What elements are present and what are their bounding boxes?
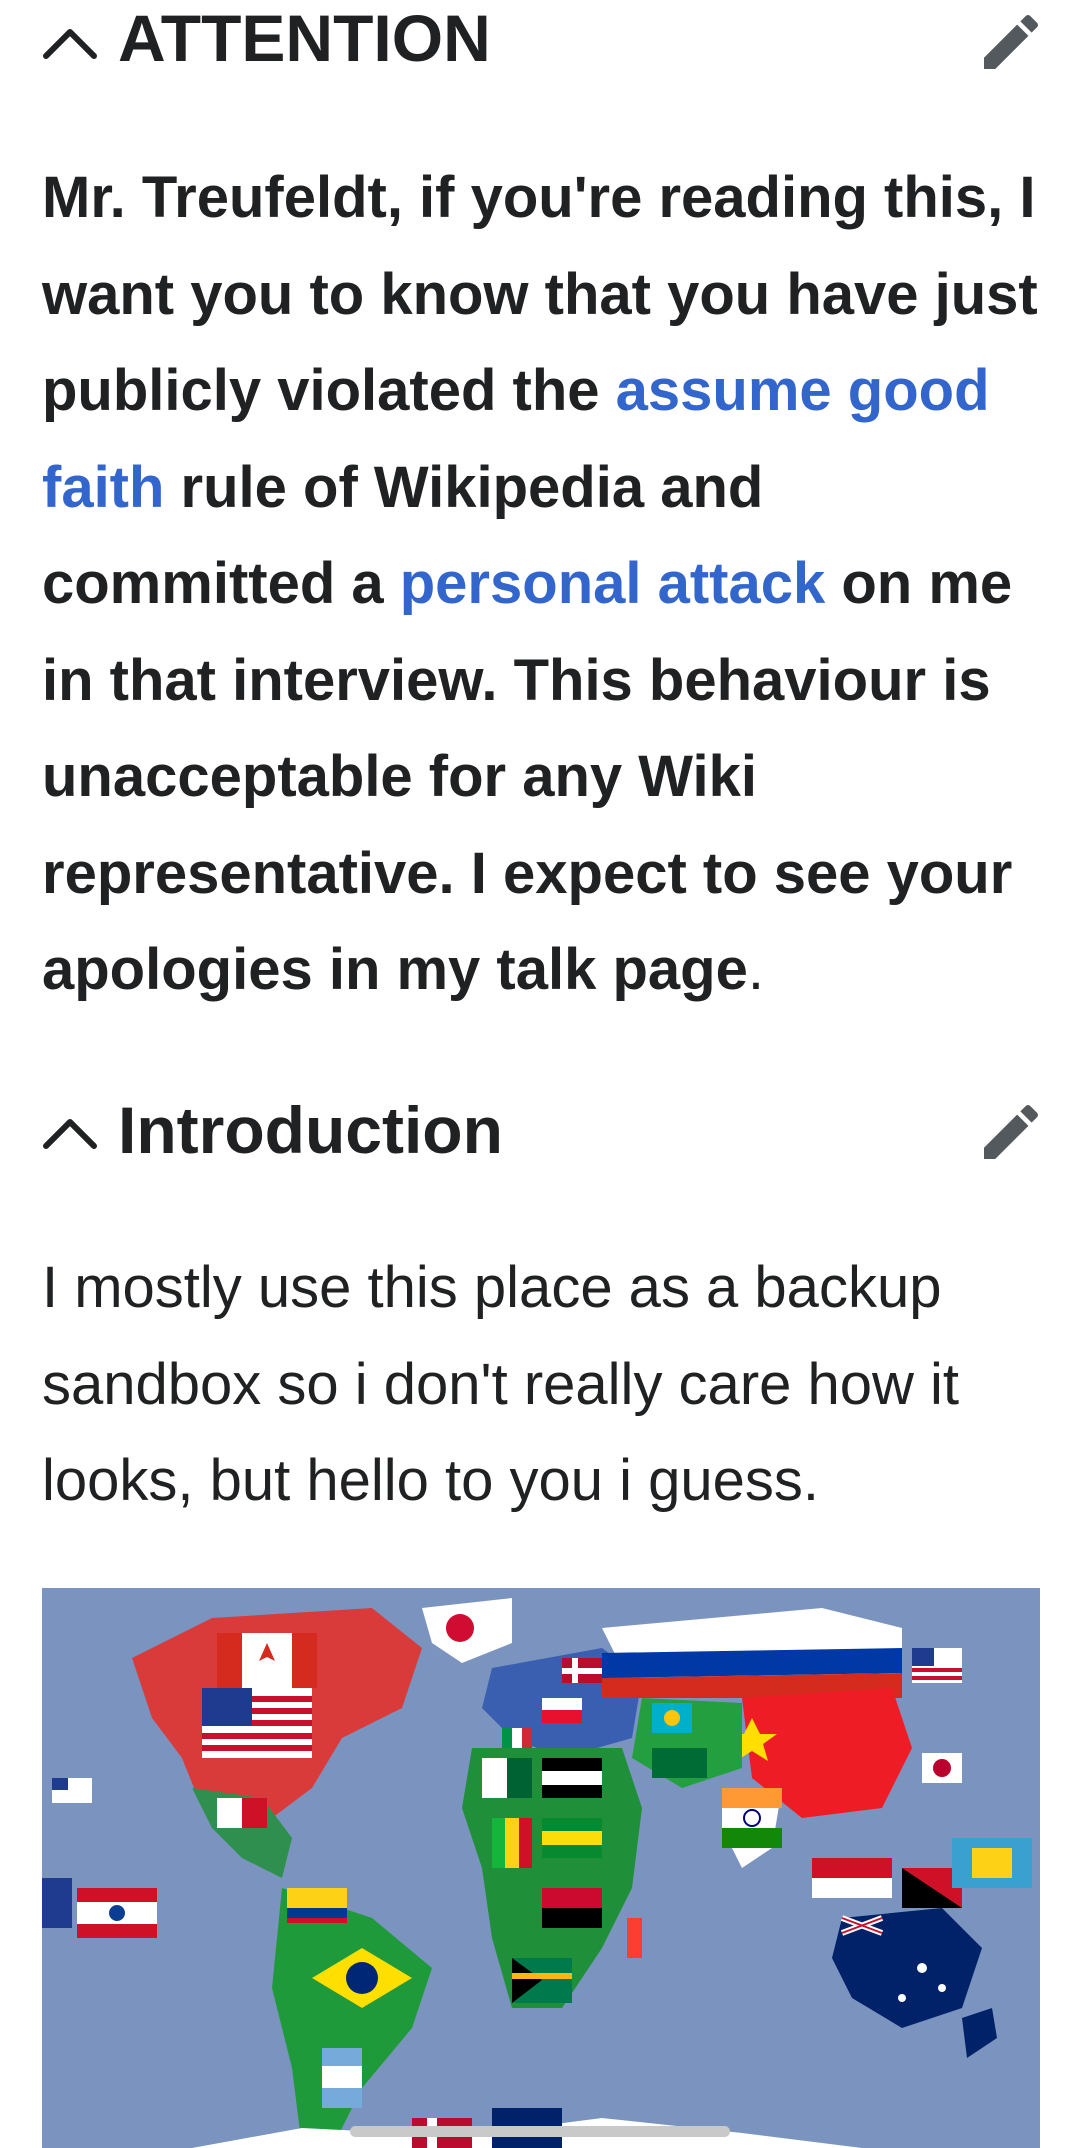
- attention-text-period: .: [747, 937, 764, 1002]
- section-header-introduction[interactable]: Introduction: [0, 1090, 1080, 1180]
- introduction-paragraph: I mostly use this place as a backup sand…: [42, 1255, 960, 1513]
- section-title-introduction: Introduction: [118, 1093, 503, 1167]
- world-map-graphic: [42, 1588, 1040, 2148]
- chevron-up-icon[interactable]: [40, 1112, 100, 1152]
- attention-paragraph: Mr. Treufeldt, if you're reading this, I…: [42, 150, 1052, 1019]
- chevron-up-icon[interactable]: [40, 22, 100, 62]
- section-header-attention[interactable]: ATTENTION: [0, 0, 1080, 90]
- world-flags-map-image[interactable]: [42, 1588, 1040, 2148]
- personal-attack-link[interactable]: personal attack: [400, 551, 826, 616]
- home-indicator[interactable]: [350, 2126, 730, 2137]
- attention-text-3: on me in that interview. This behaviour …: [42, 551, 1013, 1002]
- section-title-attention: ATTENTION: [118, 1, 491, 75]
- pencil-icon[interactable]: [975, 6, 1047, 78]
- pencil-icon[interactable]: [975, 1096, 1047, 1168]
